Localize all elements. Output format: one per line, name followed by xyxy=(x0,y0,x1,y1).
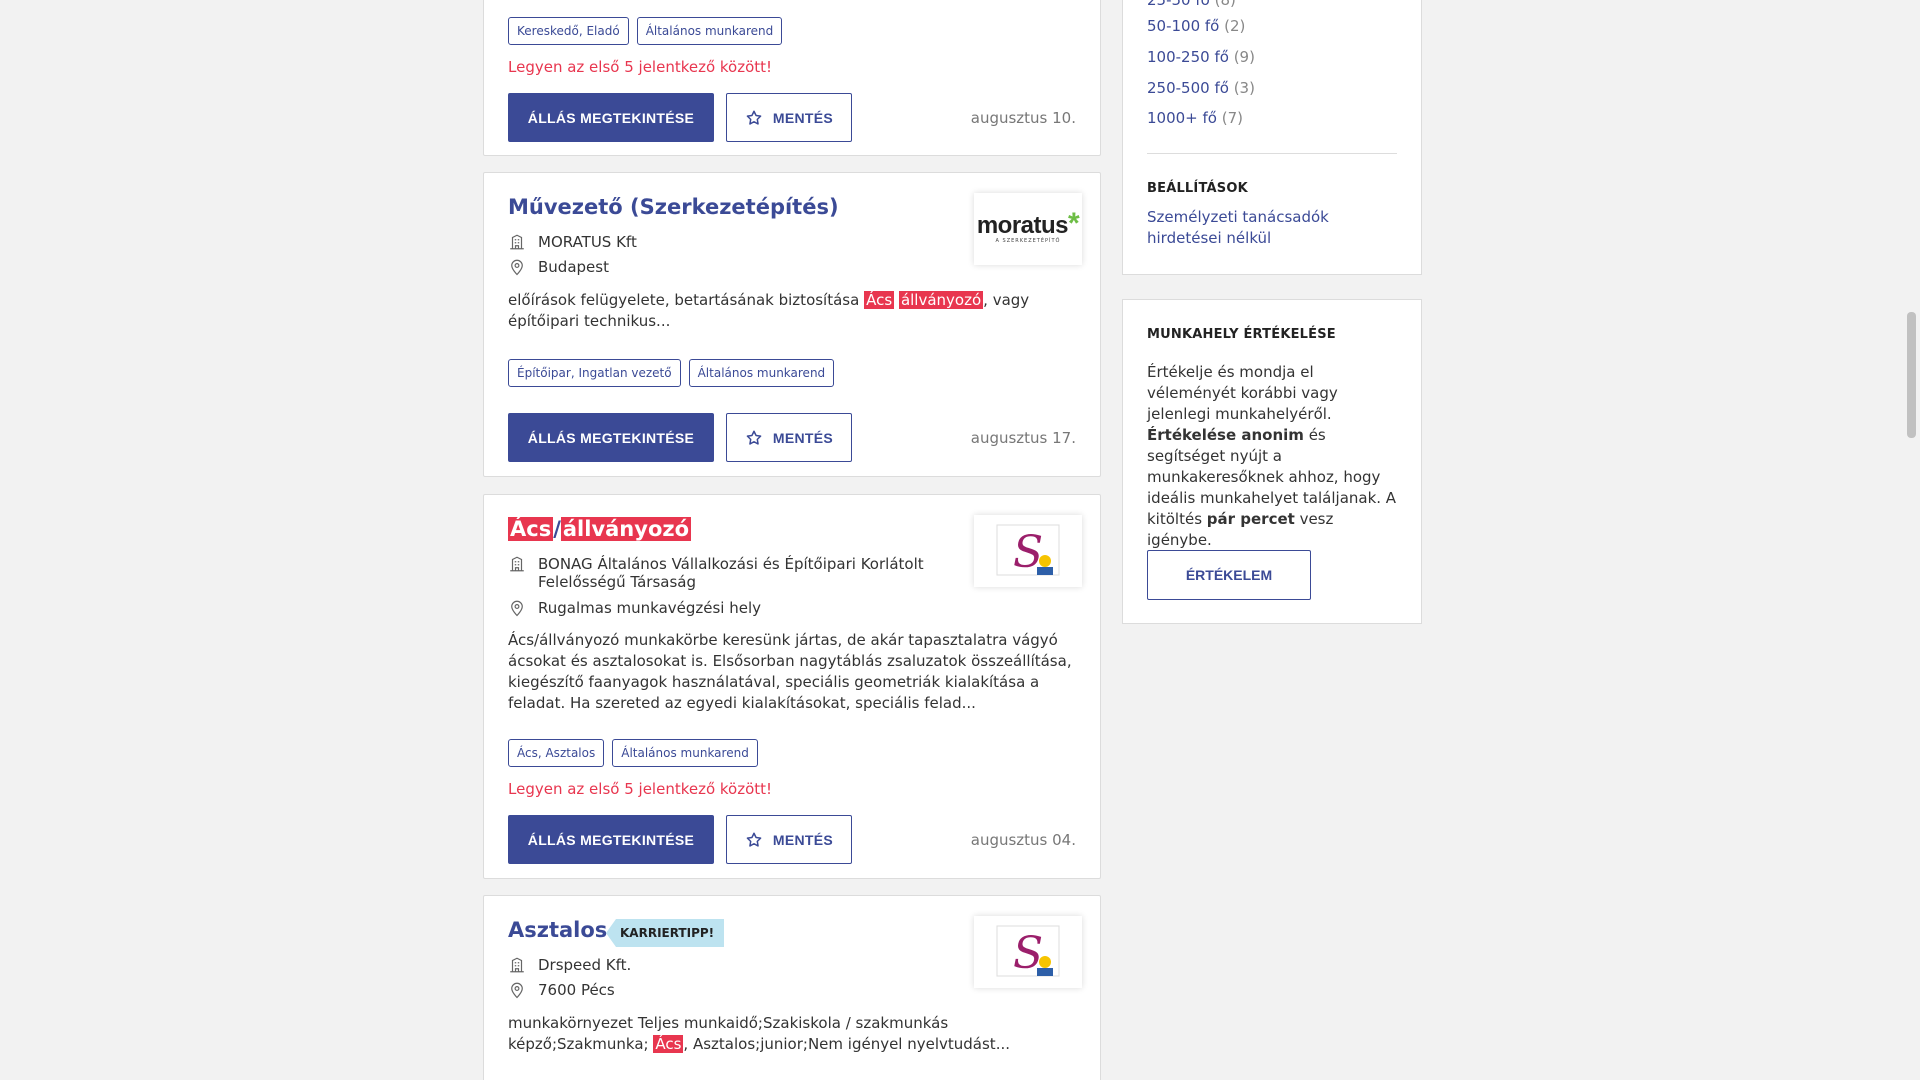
rating-bold-text: pár percet xyxy=(1206,510,1295,528)
save-job-button[interactable]: MENTÉS xyxy=(726,93,852,142)
company-logo-image: S xyxy=(996,524,1060,578)
asterisk-icon: * xyxy=(1068,207,1080,240)
company-logo-image: S xyxy=(996,925,1060,979)
keyword-highlight: állványozó xyxy=(560,517,692,541)
filter-label: 250-500 fő xyxy=(1147,79,1229,97)
save-label: MENTÉS xyxy=(772,109,834,126)
filter-count: (2) xyxy=(1224,17,1246,35)
job-location: 7600 Pécs xyxy=(538,981,615,999)
star-icon xyxy=(746,832,762,847)
star-icon xyxy=(746,430,762,445)
job-tags: Kereskedő, Eladó Általános munkarend xyxy=(508,17,783,45)
save-label: MENTÉS xyxy=(772,831,834,848)
filter-label: 25-50 fő xyxy=(1147,0,1210,9)
filter-label: 100-250 fő xyxy=(1147,48,1229,66)
filter-label: 50-100 fő xyxy=(1147,17,1220,35)
star-icon xyxy=(746,110,762,125)
save-label: MENTÉS xyxy=(772,429,834,446)
keyword-highlight: állványozó xyxy=(898,291,984,309)
job-tags: Ács, Asztalos Általános munkarend xyxy=(508,739,758,767)
job-tag[interactable]: Építőipar, Ingatlan vezető xyxy=(508,359,681,387)
filter-count: (7) xyxy=(1221,109,1243,127)
divider xyxy=(1147,153,1397,154)
job-card: Művezető (Szerkezetépítés) moratus* A SZ… xyxy=(483,172,1101,477)
job-tags: Építőipar, Ingatlan vezető Általános mun… xyxy=(508,359,835,387)
filter-count: (3) xyxy=(1233,79,1255,97)
no-agencies-toggle-link[interactable]: Személyzeti tanácsadók hirdetései nélkül xyxy=(1147,207,1397,249)
keyword-highlight: Ács xyxy=(864,291,895,309)
location-row: 7600 Pécs xyxy=(508,981,615,999)
job-card: Ács/állványozó S BONAG Általános Vállalk… xyxy=(483,494,1101,879)
job-title[interactable]: Asztalos xyxy=(508,918,607,942)
description-text: előírások felügyelete, betartásának bizt… xyxy=(508,291,860,309)
save-job-button[interactable]: MENTÉS xyxy=(726,815,852,864)
company-row: MORATUS Kft xyxy=(508,233,637,251)
career-tip-badge: KARRIERTIPP! xyxy=(606,919,725,947)
building-icon xyxy=(510,957,524,973)
job-tag[interactable]: Általános munkarend xyxy=(612,739,758,767)
company-row: BONAG Általános Vállalkozási és Építőipa… xyxy=(508,555,948,591)
job-description: Ács/állványozó munkakörbe keresünk járta… xyxy=(508,631,1072,712)
sidebar-filter-panel: 25-50 fő (8) 50-100 fő (2) 100-250 fő (9… xyxy=(1122,0,1422,275)
building-icon xyxy=(510,234,524,250)
company-logo: S xyxy=(974,916,1082,988)
rating-heading: MUNKAHELY ÉRTÉKELÉSE xyxy=(1147,327,1336,342)
location-row: Rugalmas munkavégzési hely xyxy=(508,599,761,617)
view-job-button[interactable]: ÁLLÁS MEGTEKINTÉSE xyxy=(508,93,714,142)
rating-description: Értékelje és mondja el véleményét korább… xyxy=(1147,362,1397,551)
location-row: Budapest xyxy=(508,258,609,276)
job-date: augusztus 17. xyxy=(970,429,1076,447)
save-job-button[interactable]: MENTÉS xyxy=(726,413,852,462)
filter-company-size[interactable]: 100-250 fő (9) xyxy=(1147,48,1255,66)
filter-count: (9) xyxy=(1233,48,1255,66)
rating-text: Értékelje és mondja el véleményét korább… xyxy=(1147,363,1338,423)
company-name[interactable]: MORATUS Kft xyxy=(538,233,637,251)
filter-company-size[interactable]: 1000+ fő (7) xyxy=(1147,109,1243,127)
filter-company-size[interactable]: 25-50 fő (8) xyxy=(1147,0,1236,9)
job-tag[interactable]: Kereskedő, Eladó xyxy=(508,17,629,45)
job-date: augusztus 10. xyxy=(970,109,1076,127)
view-job-button[interactable]: ÁLLÁS MEGTEKINTÉSE xyxy=(508,815,714,864)
filter-count: (8) xyxy=(1214,0,1236,9)
job-card: Kereskedő, Eladó Általános munkarend Leg… xyxy=(483,0,1101,156)
location-pin-icon xyxy=(511,600,523,617)
job-tag[interactable]: Ács, Asztalos xyxy=(508,739,605,767)
view-job-button[interactable]: ÁLLÁS MEGTEKINTÉSE xyxy=(508,413,714,462)
job-tag[interactable]: Általános munkarend xyxy=(636,17,783,45)
settings-heading: BEÁLLÍTÁSOK xyxy=(1147,181,1248,196)
job-description: munkakörnyezet Teljes munkaidő;Szakiskol… xyxy=(508,1013,1080,1055)
job-location: Budapest xyxy=(538,258,609,276)
job-title[interactable]: Ács/állványozó xyxy=(508,517,692,541)
job-title[interactable]: Művezető (Szerkezetépítés) xyxy=(508,195,839,219)
company-logo: S xyxy=(974,515,1082,587)
early-applicant-notice: Legyen az első 5 jelentkező között! xyxy=(508,780,773,798)
page-scrollbar[interactable] xyxy=(1902,0,1920,1080)
filter-company-size[interactable]: 250-500 fő (3) xyxy=(1147,79,1255,97)
job-location: Rugalmas munkavégzési hely xyxy=(538,599,762,617)
location-pin-icon xyxy=(511,259,523,276)
scrollbar-thumb[interactable] xyxy=(1907,312,1916,438)
company-name[interactable]: Drspeed Kft. xyxy=(538,956,631,974)
location-pin-icon xyxy=(511,982,523,999)
keyword-highlight: Ács xyxy=(653,1035,684,1053)
job-description: előírások felügyelete, betartásának bizt… xyxy=(508,290,1080,332)
rating-bold-text: Értékelése anonim xyxy=(1147,426,1304,444)
keyword-highlight: Ács xyxy=(508,517,554,541)
description-text: , Asztalos;junior;Nem igényel nyelvtudás… xyxy=(683,1035,1010,1053)
job-tag[interactable]: Általános munkarend xyxy=(688,359,835,387)
filter-company-size[interactable]: 50-100 fő (2) xyxy=(1147,17,1245,35)
company-logo: moratus* A SZERKEZETÉPÍTŐ xyxy=(974,193,1082,265)
building-icon xyxy=(510,556,524,572)
job-date: augusztus 04. xyxy=(970,831,1076,849)
company-name[interactable]: BONAG Általános Vállalkozási és Építőipa… xyxy=(538,555,948,591)
rate-button[interactable]: ÉRTÉKELEM xyxy=(1147,550,1311,600)
logo-text: moratus xyxy=(976,212,1069,239)
early-applicant-notice: Legyen az első 5 jelentkező között! xyxy=(508,58,773,76)
workplace-rating-panel: MUNKAHELY ÉRTÉKELÉSE Értékelje és mondja… xyxy=(1122,299,1422,624)
job-card: Asztalos KARRIERTIPP! S Drspeed Kft. 760… xyxy=(483,895,1101,1080)
company-row: Drspeed Kft. xyxy=(508,956,631,974)
title-separator: / xyxy=(553,517,561,541)
filter-label: 1000+ fő xyxy=(1147,109,1217,127)
